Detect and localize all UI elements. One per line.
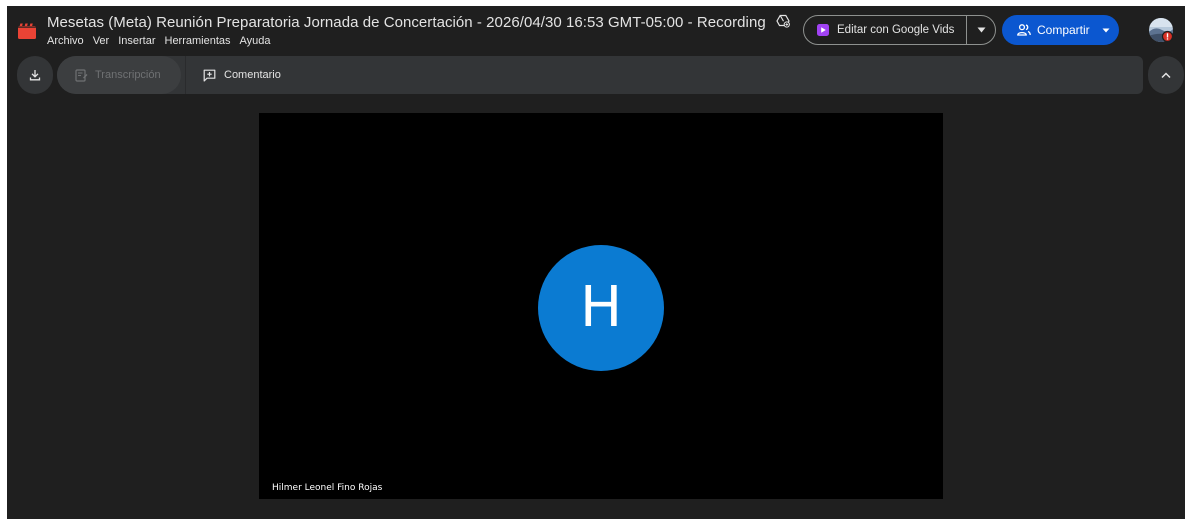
- transcript-icon: [75, 68, 88, 82]
- people-icon: [1017, 24, 1031, 36]
- caret-down-icon[interactable]: [1102, 28, 1110, 33]
- edit-with-vids-button[interactable]: Editar con Google Vids: [804, 16, 966, 44]
- comment-label: Comentario: [224, 69, 281, 81]
- download-button[interactable]: [17, 56, 53, 94]
- video-player[interactable]: H Hilmer Leonel Fino Rojas: [259, 113, 943, 499]
- comment-button[interactable]: Comentario: [185, 56, 293, 94]
- app-window: Mesetas (Meta) Reunión Preparatoria Jorn…: [7, 6, 1185, 519]
- download-icon: [29, 70, 41, 81]
- vids-label: Editar con Google Vids: [837, 24, 955, 36]
- chevron-up-icon: [1161, 71, 1171, 78]
- account-avatar[interactable]: [1149, 18, 1173, 42]
- caret-down-icon: [977, 27, 985, 33]
- share-button[interactable]: Compartir: [1002, 15, 1119, 45]
- action-bar: Transcripción Comentario: [57, 56, 1143, 94]
- menu-ver[interactable]: Ver: [93, 35, 110, 47]
- transcript-button[interactable]: Transcripción: [57, 56, 181, 94]
- menu-ayuda[interactable]: Ayuda: [240, 35, 271, 47]
- toolbar: Transcripción Comentario: [7, 56, 1185, 94]
- share-label: Compartir: [1037, 23, 1090, 37]
- add-comment-icon: [203, 69, 216, 82]
- menu-bar: Archivo Ver Insertar Herramientas Ayuda: [47, 35, 271, 47]
- header: Mesetas (Meta) Reunión Preparatoria Jorn…: [7, 6, 1185, 54]
- participant-name: Hilmer Leonel Fino Rojas: [272, 483, 383, 493]
- google-vids-icon: [817, 24, 829, 36]
- menu-archivo[interactable]: Archivo: [47, 35, 84, 47]
- menu-herramientas[interactable]: Herramientas: [165, 35, 231, 47]
- transcript-label: Transcripción: [95, 69, 161, 81]
- shared-drive-icon[interactable]: [776, 14, 790, 32]
- participant-initial: H: [579, 275, 623, 340]
- google-vids-button-group: Editar con Google Vids: [803, 15, 996, 45]
- participant-avatar: H: [538, 245, 664, 371]
- collapse-button[interactable]: [1148, 56, 1184, 94]
- menu-insertar[interactable]: Insertar: [118, 35, 155, 47]
- document-title[interactable]: Mesetas (Meta) Reunión Preparatoria Jorn…: [47, 14, 790, 32]
- title-text: Mesetas (Meta) Reunión Preparatoria Jorn…: [47, 14, 766, 31]
- vids-dropdown-button[interactable]: [967, 16, 995, 44]
- video-clapper-icon: [18, 23, 36, 39]
